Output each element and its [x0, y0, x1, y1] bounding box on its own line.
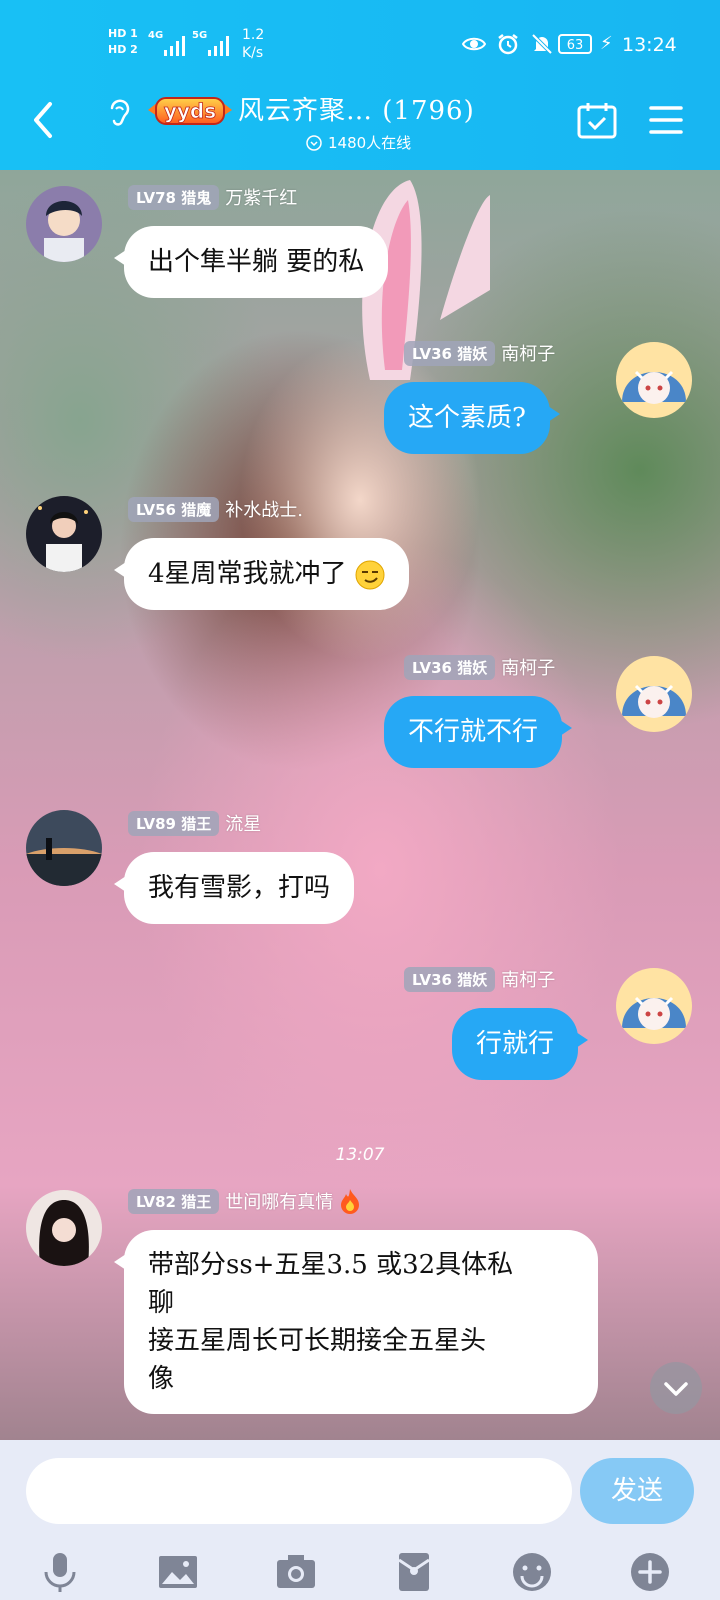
- scroll-to-bottom-button[interactable]: [650, 1362, 702, 1414]
- signal-icon-2: [208, 34, 229, 56]
- message-bubble[interactable]: 不行就不行: [384, 696, 573, 768]
- level-badge: LV56 猎魔: [128, 496, 220, 522]
- red-packet-button[interactable]: [392, 1550, 436, 1594]
- user-avatar[interactable]: [26, 1190, 102, 1266]
- top-bar: HD 1 HD 2 4G 5G 1.2 K/s 63 ⚡ 13:24 yyds …: [0, 0, 720, 170]
- username[interactable]: 万紫千红: [225, 184, 297, 210]
- message-line: 带部分ss+五星3.5 或32具体私: [148, 1250, 514, 1280]
- sim-indicators: HD 1 HD 2: [108, 26, 138, 58]
- mute-bell-icon: [531, 33, 553, 55]
- menu-icon[interactable]: [648, 104, 684, 136]
- alarm-icon: [498, 34, 518, 55]
- online-count-label: 1480人在线: [328, 134, 412, 152]
- message-meta: LV36 猎妖 南柯子: [404, 966, 555, 992]
- emoji-button[interactable]: [510, 1550, 554, 1594]
- message-line: 接五星周长可长期接全五星头: [148, 1326, 487, 1356]
- more-button[interactable]: [628, 1550, 672, 1594]
- message-meta: LV82 猎王 世间哪有真情: [128, 1188, 361, 1214]
- back-arrow-icon[interactable]: [28, 100, 58, 140]
- online-count: 1480人在线: [306, 132, 411, 153]
- user-avatar[interactable]: [616, 656, 692, 732]
- user-avatar[interactable]: [616, 342, 692, 418]
- message-line: 聊: [148, 1288, 175, 1318]
- red-packet-icon: [398, 1553, 430, 1591]
- user-avatar[interactable]: [616, 968, 692, 1044]
- image-button[interactable]: [156, 1550, 200, 1594]
- network-speed: 1.2 K/s: [242, 26, 264, 62]
- eye-icon: [462, 37, 486, 51]
- sim1-label: HD 1: [108, 27, 138, 40]
- speed-value: 1.2: [242, 27, 265, 43]
- user-avatar[interactable]: [26, 186, 102, 262]
- sim2-label: HD 2: [108, 43, 138, 56]
- clock: 13:24: [622, 34, 677, 56]
- net1-label: 4G: [148, 30, 164, 41]
- message-meta: LV36 猎妖 南柯子: [404, 654, 555, 680]
- group-badge-logo: yyds: [148, 97, 232, 125]
- username[interactable]: 世间哪有真情: [225, 1188, 333, 1214]
- send-button[interactable]: 发送: [580, 1458, 694, 1524]
- message-bubble[interactable]: 带部分ss+五星3.5 或32具体私 聊 接五星周长可长期接全五星头 像: [114, 1230, 598, 1414]
- username[interactable]: 南柯子: [501, 340, 555, 366]
- message-bubble[interactable]: 4星周常我就冲了: [114, 538, 409, 610]
- emoji-icon: [513, 1553, 551, 1591]
- level-badge: LV82 猎王: [128, 1188, 220, 1214]
- camera-button[interactable]: [274, 1550, 318, 1594]
- calendar-checkin-icon[interactable]: [576, 100, 618, 140]
- chevron-circle-icon: [306, 134, 322, 151]
- status-bar: HD 1 HD 2 4G 5G 1.2 K/s 63 ⚡ 13:24: [0, 0, 720, 90]
- smirk-emoji-icon: [355, 560, 385, 590]
- charging-icon: ⚡: [600, 33, 613, 54]
- username[interactable]: 流星: [225, 810, 261, 836]
- chat-area[interactable]: LV78 猎鬼 万紫千红 出个隼半躺 要的私 LV36 猎妖 南柯子 这个素质?…: [0, 170, 720, 1440]
- battery-indicator: 63: [558, 34, 592, 54]
- speed-unit: K/s: [242, 45, 264, 61]
- message-timestamp: 13:07: [335, 1145, 385, 1165]
- level-badge: LV36 猎妖: [404, 966, 496, 992]
- message-bubble[interactable]: 行就行: [452, 1008, 589, 1080]
- level-badge: LV89 猎王: [128, 810, 220, 836]
- signal-icon: [164, 34, 185, 56]
- message-line: 像: [148, 1364, 175, 1394]
- user-avatar[interactable]: [26, 496, 102, 572]
- username[interactable]: 补水战士.: [225, 496, 303, 522]
- user-avatar[interactable]: [26, 810, 102, 886]
- message-meta: LV36 猎妖 南柯子: [404, 340, 555, 366]
- input-toolbar: [0, 1550, 720, 1594]
- logo-text: yyds: [164, 99, 216, 123]
- input-bar: 发送: [0, 1440, 720, 1600]
- username[interactable]: 南柯子: [501, 654, 555, 680]
- microphone-icon: [44, 1553, 76, 1592]
- earpiece-mode-icon[interactable]: [106, 96, 132, 130]
- level-badge: LV78 猎鬼: [128, 184, 220, 210]
- message-bubble[interactable]: 出个隼半躺 要的私: [113, 226, 389, 298]
- camera-icon: [277, 1555, 315, 1588]
- message-meta: LV56 猎魔 补水战士.: [128, 496, 303, 522]
- message-meta: LV89 猎王 流星: [128, 810, 261, 836]
- chevron-down-icon: [664, 1382, 688, 1396]
- voice-button[interactable]: [38, 1550, 82, 1594]
- level-badge: LV36 猎妖: [404, 654, 496, 680]
- message-meta: LV78 猎鬼 万紫千红: [128, 184, 297, 210]
- message-input[interactable]: [26, 1458, 572, 1524]
- message-bubble[interactable]: 这个素质?: [384, 382, 560, 454]
- username[interactable]: 南柯子: [501, 966, 555, 992]
- message-bubble[interactable]: 我有雪影，打吗: [113, 852, 355, 924]
- status-icons: [462, 32, 554, 56]
- image-icon: [159, 1556, 197, 1588]
- flame-icon: [341, 1189, 360, 1214]
- level-badge: LV36 猎妖: [404, 340, 496, 366]
- group-title[interactable]: 风云齐聚… (1796): [238, 90, 475, 127]
- net2-label: 5G: [192, 30, 208, 41]
- message-text: 4星周常我就冲了: [148, 559, 347, 589]
- plus-icon: [631, 1553, 669, 1591]
